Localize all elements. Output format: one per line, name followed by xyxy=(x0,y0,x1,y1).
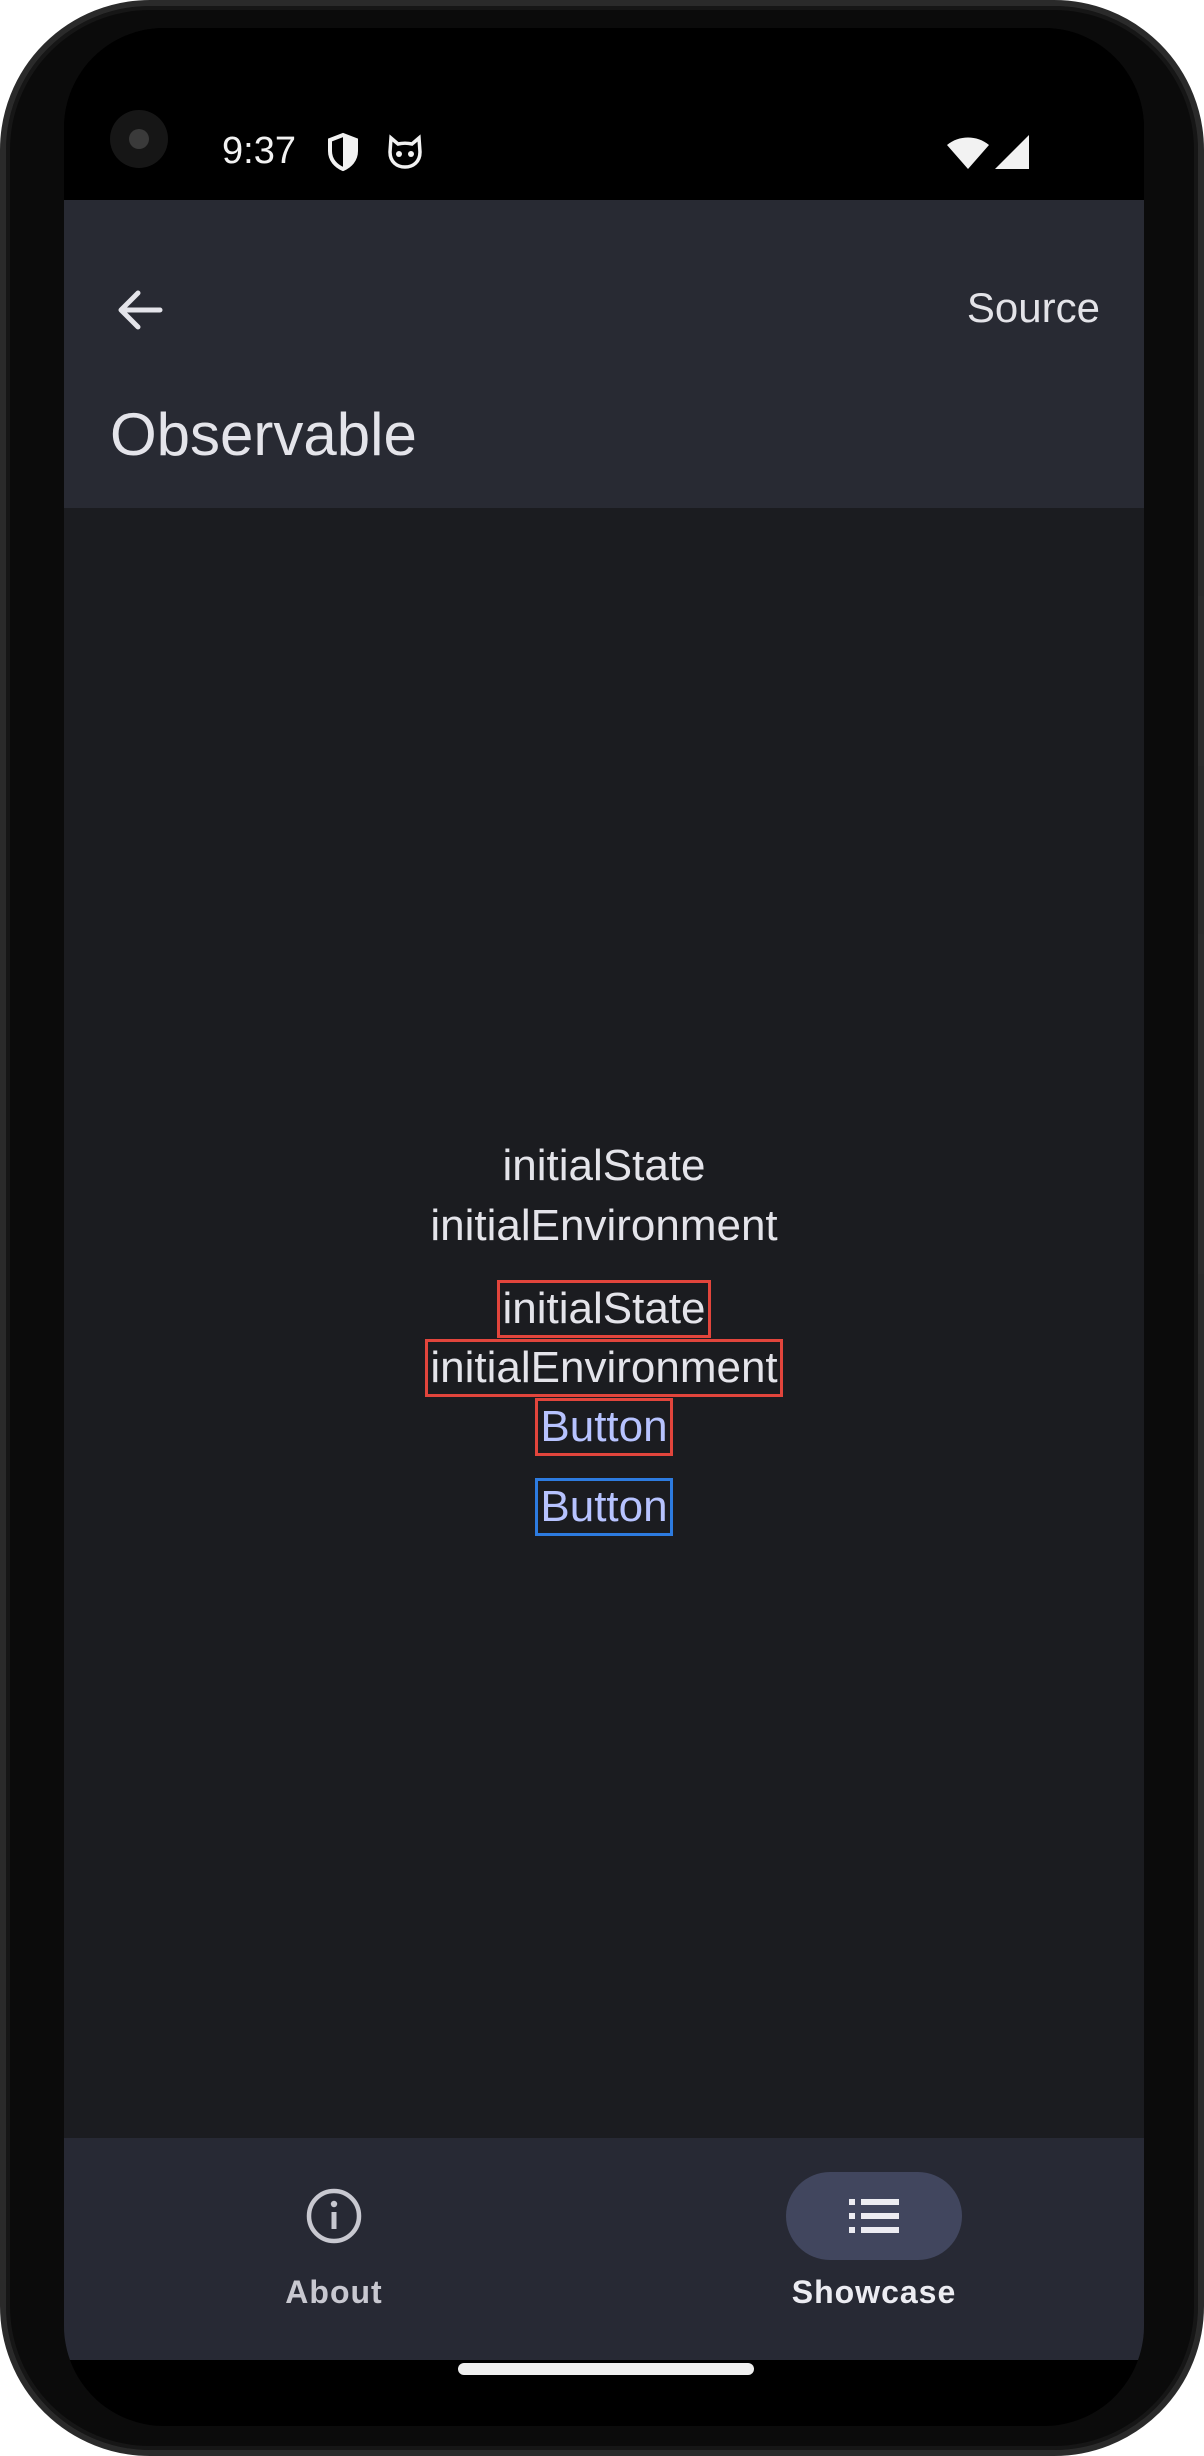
nav-item-showcase[interactable]: Showcase xyxy=(604,2138,1144,2360)
signal-icon xyxy=(995,135,1029,169)
home-indicator[interactable] xyxy=(458,2363,754,2375)
shield-icon xyxy=(328,132,358,172)
front-camera xyxy=(110,110,168,168)
red-outlined-button[interactable]: Button xyxy=(535,1398,673,1456)
power-button xyxy=(1198,596,1204,766)
device-frame: 9:37 Source Observable initialState init… xyxy=(0,0,1204,2456)
arrow-left-icon xyxy=(118,290,163,330)
environment-text: initialEnvironment xyxy=(430,1201,778,1250)
cat-face-icon xyxy=(388,134,422,169)
nav-label-showcase: Showcase xyxy=(791,2274,957,2310)
page-title: Observable xyxy=(110,401,417,468)
source-button[interactable]: Source xyxy=(967,284,1100,332)
bottom-navigation: About Showcase xyxy=(64,2138,1144,2360)
back-button[interactable] xyxy=(110,280,170,340)
volume-button xyxy=(1198,934,1204,1274)
status-time: 9:37 xyxy=(222,130,296,172)
list-icon xyxy=(849,2199,899,2233)
highlighted-state-text: initialState xyxy=(497,1280,711,1338)
status-bar: 9:37 xyxy=(64,28,1144,200)
info-icon xyxy=(306,2188,362,2244)
showcase-body: initialState initialEnvironment initialS… xyxy=(64,508,1144,2138)
nav-label-about: About xyxy=(285,2274,383,2310)
highlighted-environment-text: initialEnvironment xyxy=(425,1339,783,1397)
plain-values: initialState initialEnvironment xyxy=(64,1136,1144,1256)
nav-about-indicator xyxy=(246,2172,422,2260)
blue-outlined-button[interactable]: Button xyxy=(535,1478,673,1536)
app-content: Source Observable initialState initialEn… xyxy=(64,200,1144,2360)
highlighted-values: initialState initialEnvironment Button B… xyxy=(64,1280,1144,1536)
nav-item-about[interactable]: About xyxy=(64,2138,604,2360)
wifi-icon xyxy=(947,137,989,169)
nav-showcase-indicator xyxy=(786,2172,962,2260)
state-text: initialState xyxy=(502,1141,706,1190)
top-app-bar: Source Observable xyxy=(64,200,1144,508)
screen: 9:37 Source Observable initialState init… xyxy=(64,28,1144,2426)
